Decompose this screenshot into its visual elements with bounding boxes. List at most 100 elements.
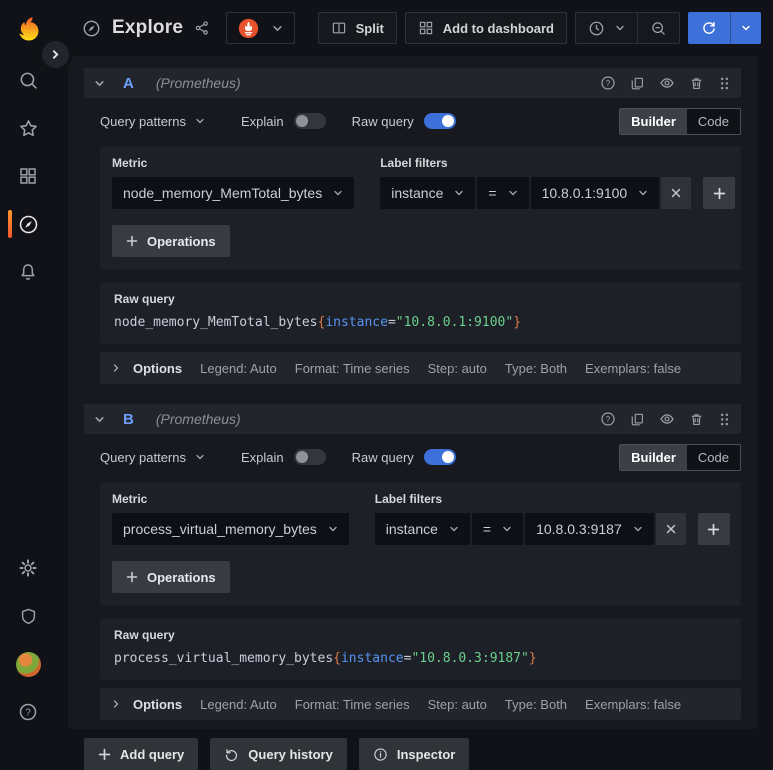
filter-value-select[interactable]: 10.8.0.1:9100 [530, 177, 660, 209]
query-ref-id: A [123, 74, 134, 92]
dashboards-grid-icon [18, 166, 38, 186]
options-step: Step: auto [427, 360, 487, 376]
collapse-chevron-icon[interactable] [94, 414, 105, 425]
compass-icon [18, 214, 39, 235]
remove-query-trash-icon[interactable] [689, 76, 704, 91]
expand-sidebar-button[interactable] [42, 41, 69, 68]
raw-label-name: instance [325, 315, 388, 330]
add-operations-button[interactable]: Operations [112, 225, 230, 257]
raw-query-title: Raw query [114, 628, 175, 642]
query-row-header[interactable]: B (Prometheus) ? [84, 404, 741, 434]
drag-handle-icon[interactable] [718, 412, 731, 427]
bell-icon [18, 262, 38, 282]
share-icon[interactable] [194, 20, 210, 36]
add-filter-button[interactable] [703, 177, 736, 209]
chevron-right-icon [111, 363, 121, 373]
plus-icon [126, 571, 138, 583]
svg-text:?: ? [25, 708, 31, 719]
query-options-row[interactable]: Options Legend: Auto Format: Time series… [100, 688, 741, 720]
refresh-interval-dropdown[interactable] [731, 12, 761, 44]
metric-value: node_memory_MemTotal_bytes [123, 185, 323, 201]
copy-query-icon[interactable] [630, 412, 645, 427]
add-query-button[interactable]: Add query [84, 738, 199, 770]
operations-label: Operations [147, 569, 216, 585]
sidebar-item-server-admin[interactable] [0, 592, 56, 640]
add-operations-button[interactable]: Operations [112, 561, 230, 593]
code-mode-tab[interactable]: Code [687, 109, 740, 134]
refresh-icon [701, 20, 717, 36]
sidebar-item-alerting[interactable] [0, 248, 56, 296]
query-patterns-button[interactable]: Query patterns [100, 450, 205, 465]
svg-text:?: ? [606, 414, 611, 424]
filter-value-select[interactable]: 10.8.0.3:9187 [525, 513, 654, 545]
explain-toggle[interactable] [293, 449, 326, 465]
query-history-label: Query history [248, 746, 333, 762]
label-filters-field: Label filters instance = 10.8. [380, 156, 736, 209]
disable-query-eye-icon[interactable] [659, 411, 675, 427]
query-history-button[interactable]: Query history [210, 738, 347, 770]
filter-operator-value: = [482, 521, 492, 537]
disable-query-eye-icon[interactable] [659, 75, 675, 91]
chevron-down-icon [195, 452, 205, 462]
builder-mode-tab[interactable]: Builder [620, 108, 687, 134]
raw-query-expression: process_virtual_memory_bytes{instance="1… [114, 651, 727, 666]
datasource-picker[interactable] [226, 12, 296, 44]
sidebar-item-explore[interactable] [0, 200, 56, 248]
query-datasource-name: (Prometheus) [155, 75, 241, 91]
remove-filter-button[interactable] [661, 177, 692, 209]
options-format: Format: Time series [294, 360, 410, 376]
query-patterns-button[interactable]: Query patterns [100, 114, 205, 129]
options-legend: Legend: Auto [200, 696, 277, 712]
sidebar-item-configuration[interactable] [0, 544, 56, 592]
zoom-out-time-button[interactable] [638, 13, 679, 43]
page-title: Explore [112, 17, 184, 38]
filter-label-value: instance [391, 185, 444, 201]
time-range-controls [575, 12, 680, 44]
query-ref-id: B [123, 410, 134, 428]
metric-select[interactable]: node_memory_MemTotal_bytes [112, 177, 355, 209]
time-picker-button[interactable] [576, 13, 637, 43]
remove-filter-button[interactable] [655, 513, 686, 545]
raw-metric-name: process_virtual_memory_bytes [114, 651, 334, 666]
query-editor-row-a: A (Prometheus) ? Query patterns Explain [84, 68, 741, 384]
add-to-dashboard-button[interactable]: Add to dashboard [404, 12, 567, 44]
filter-operator-select[interactable]: = [471, 513, 524, 545]
raw-query-toggle[interactable] [423, 449, 456, 465]
add-filter-button[interactable] [697, 513, 730, 545]
collapse-chevron-icon[interactable] [94, 78, 105, 89]
query-editor-toolbar: Query patterns Explain Raw query Builder… [100, 442, 741, 472]
breadcrumb: Explore [82, 17, 210, 39]
gear-icon [18, 558, 38, 578]
copy-query-icon[interactable] [630, 76, 645, 91]
filter-label-select[interactable]: instance [374, 513, 470, 545]
options-legend: Legend: Auto [200, 360, 277, 376]
filter-value: 10.8.0.3:9187 [536, 521, 622, 537]
drag-handle-icon[interactable] [718, 76, 731, 91]
split-button[interactable]: Split [317, 12, 397, 44]
remove-query-trash-icon[interactable] [689, 412, 704, 427]
inspector-button[interactable]: Inspector [358, 738, 470, 770]
avatar [15, 651, 41, 677]
sidebar-item-profile[interactable] [0, 640, 56, 688]
raw-equals: = [387, 315, 396, 330]
explain-toggle[interactable] [293, 113, 326, 129]
builder-mode-tab[interactable]: Builder [620, 444, 687, 470]
help-icon[interactable]: ? [600, 75, 616, 91]
run-query-button[interactable] [688, 12, 730, 44]
filter-operator-select[interactable]: = [477, 177, 529, 209]
sidebar-item-help[interactable]: ? [0, 688, 56, 736]
code-mode-tab[interactable]: Code [687, 445, 740, 470]
query-options-row[interactable]: Options Legend: Auto Format: Time series… [100, 352, 741, 384]
metric-select[interactable]: process_virtual_memory_bytes [112, 513, 349, 545]
raw-query-toggle[interactable] [423, 113, 456, 129]
sidebar-item-starred[interactable] [0, 104, 56, 152]
sidebar-item-dashboards[interactable] [0, 152, 56, 200]
apps-grid-icon [418, 20, 434, 36]
query-editor-toolbar: Query patterns Explain Raw query Builder… [100, 106, 741, 136]
filter-label-select[interactable]: instance [380, 177, 476, 209]
query-row-header[interactable]: A (Prometheus) ? [84, 68, 741, 98]
help-icon[interactable]: ? [600, 411, 616, 427]
run-query-controls [688, 12, 761, 44]
grafana-logo[interactable] [0, 15, 56, 42]
raw-query-expression: node_memory_MemTotal_bytes{instance="10.… [114, 315, 727, 330]
